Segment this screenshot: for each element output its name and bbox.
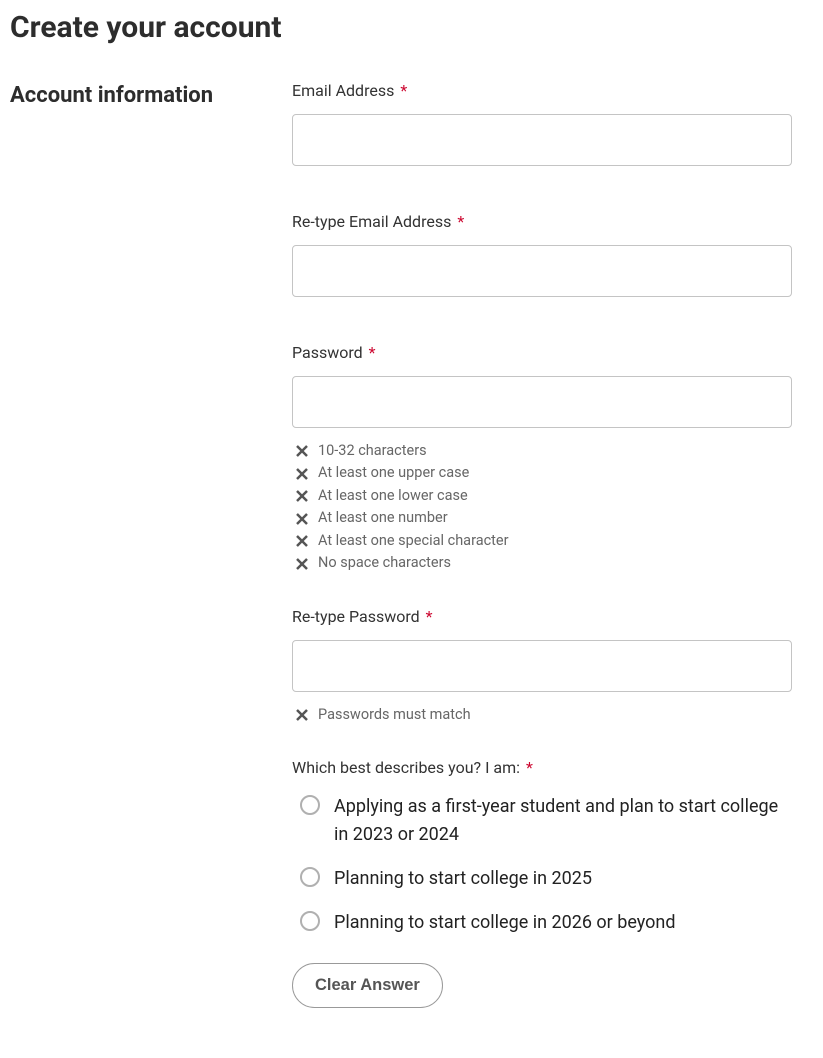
retype-email-label: Re-type Email Address * — [292, 212, 792, 231]
password-requirements-list: 10-32 charactersAt least one upper caseA… — [292, 440, 792, 575]
retype-password-label: Re-type Password * — [292, 607, 792, 626]
requirement-item: At least one special character — [292, 530, 792, 552]
retype-email-field-group: Re-type Email Address * — [292, 212, 792, 297]
label-text: Re-type Password — [292, 607, 420, 626]
x-icon — [292, 490, 312, 502]
password-field-group: Password * 10-32 charactersAt least one … — [292, 343, 792, 575]
radio-label: Planning to start college in 2026 or bey… — [334, 909, 676, 937]
requirement-item: No space characters — [292, 552, 792, 574]
retype-email-input[interactable] — [292, 245, 792, 297]
account-information-section: Account information Email Address * Re-t… — [10, 81, 813, 1008]
password-input[interactable] — [292, 376, 792, 428]
requirement-item: At least one lower case — [292, 485, 792, 507]
label-text: Which best describes you? I am: — [292, 758, 520, 777]
clear-answer-button[interactable]: Clear Answer — [292, 963, 443, 1008]
requirement-text: At least one special character — [318, 530, 509, 552]
describes-you-group: Which best describes you? I am: * Applyi… — [292, 758, 792, 1008]
required-star-icon: * — [369, 343, 376, 362]
describes-you-radio-group: Applying as a first-year student and pla… — [292, 793, 792, 937]
retype-password-input[interactable] — [292, 640, 792, 692]
password-label: Password * — [292, 343, 792, 362]
section-heading: Account information — [10, 81, 292, 108]
requirement-item: 10-32 characters — [292, 440, 792, 462]
required-star-icon: * — [426, 607, 433, 626]
describes-you-label: Which best describes you? I am: * — [292, 758, 792, 777]
radio-label: Applying as a first-year student and pla… — [334, 793, 792, 849]
required-star-icon: * — [457, 212, 464, 231]
retype-password-requirements-list: Passwords must match — [292, 704, 792, 726]
email-field-group: Email Address * — [292, 81, 792, 166]
requirement-item: At least one number — [292, 507, 792, 529]
requirement-text: At least one lower case — [318, 485, 468, 507]
label-text: Re-type Email Address — [292, 212, 451, 231]
email-label: Email Address * — [292, 81, 792, 100]
x-icon — [292, 513, 312, 525]
x-icon — [292, 558, 312, 570]
required-star-icon: * — [400, 81, 407, 100]
label-text: Password — [292, 343, 363, 362]
radio-circle-icon — [300, 795, 320, 815]
requirement-text: At least one number — [318, 507, 448, 529]
x-icon — [292, 445, 312, 457]
page-title: Create your account — [10, 10, 813, 45]
requirement-item: At least one upper case — [292, 462, 792, 484]
requirement-text: At least one upper case — [318, 462, 469, 484]
email-input[interactable] — [292, 114, 792, 166]
radio-option[interactable]: Planning to start college in 2026 or bey… — [300, 909, 792, 937]
label-text: Email Address — [292, 81, 394, 100]
radio-circle-icon — [300, 911, 320, 931]
required-star-icon: * — [526, 758, 533, 777]
requirement-item: Passwords must match — [292, 704, 792, 726]
radio-option[interactable]: Applying as a first-year student and pla… — [300, 793, 792, 849]
requirement-text: 10-32 characters — [318, 440, 427, 462]
radio-label: Planning to start college in 2025 — [334, 865, 592, 893]
x-icon — [292, 709, 312, 721]
fields-column: Email Address * Re-type Email Address * … — [292, 81, 792, 1008]
requirement-text: No space characters — [318, 552, 451, 574]
radio-option[interactable]: Planning to start college in 2025 — [300, 865, 792, 893]
x-icon — [292, 468, 312, 480]
retype-password-field-group: Re-type Password * Passwords must match — [292, 607, 792, 726]
x-icon — [292, 535, 312, 547]
radio-circle-icon — [300, 867, 320, 887]
requirement-text: Passwords must match — [318, 704, 471, 726]
